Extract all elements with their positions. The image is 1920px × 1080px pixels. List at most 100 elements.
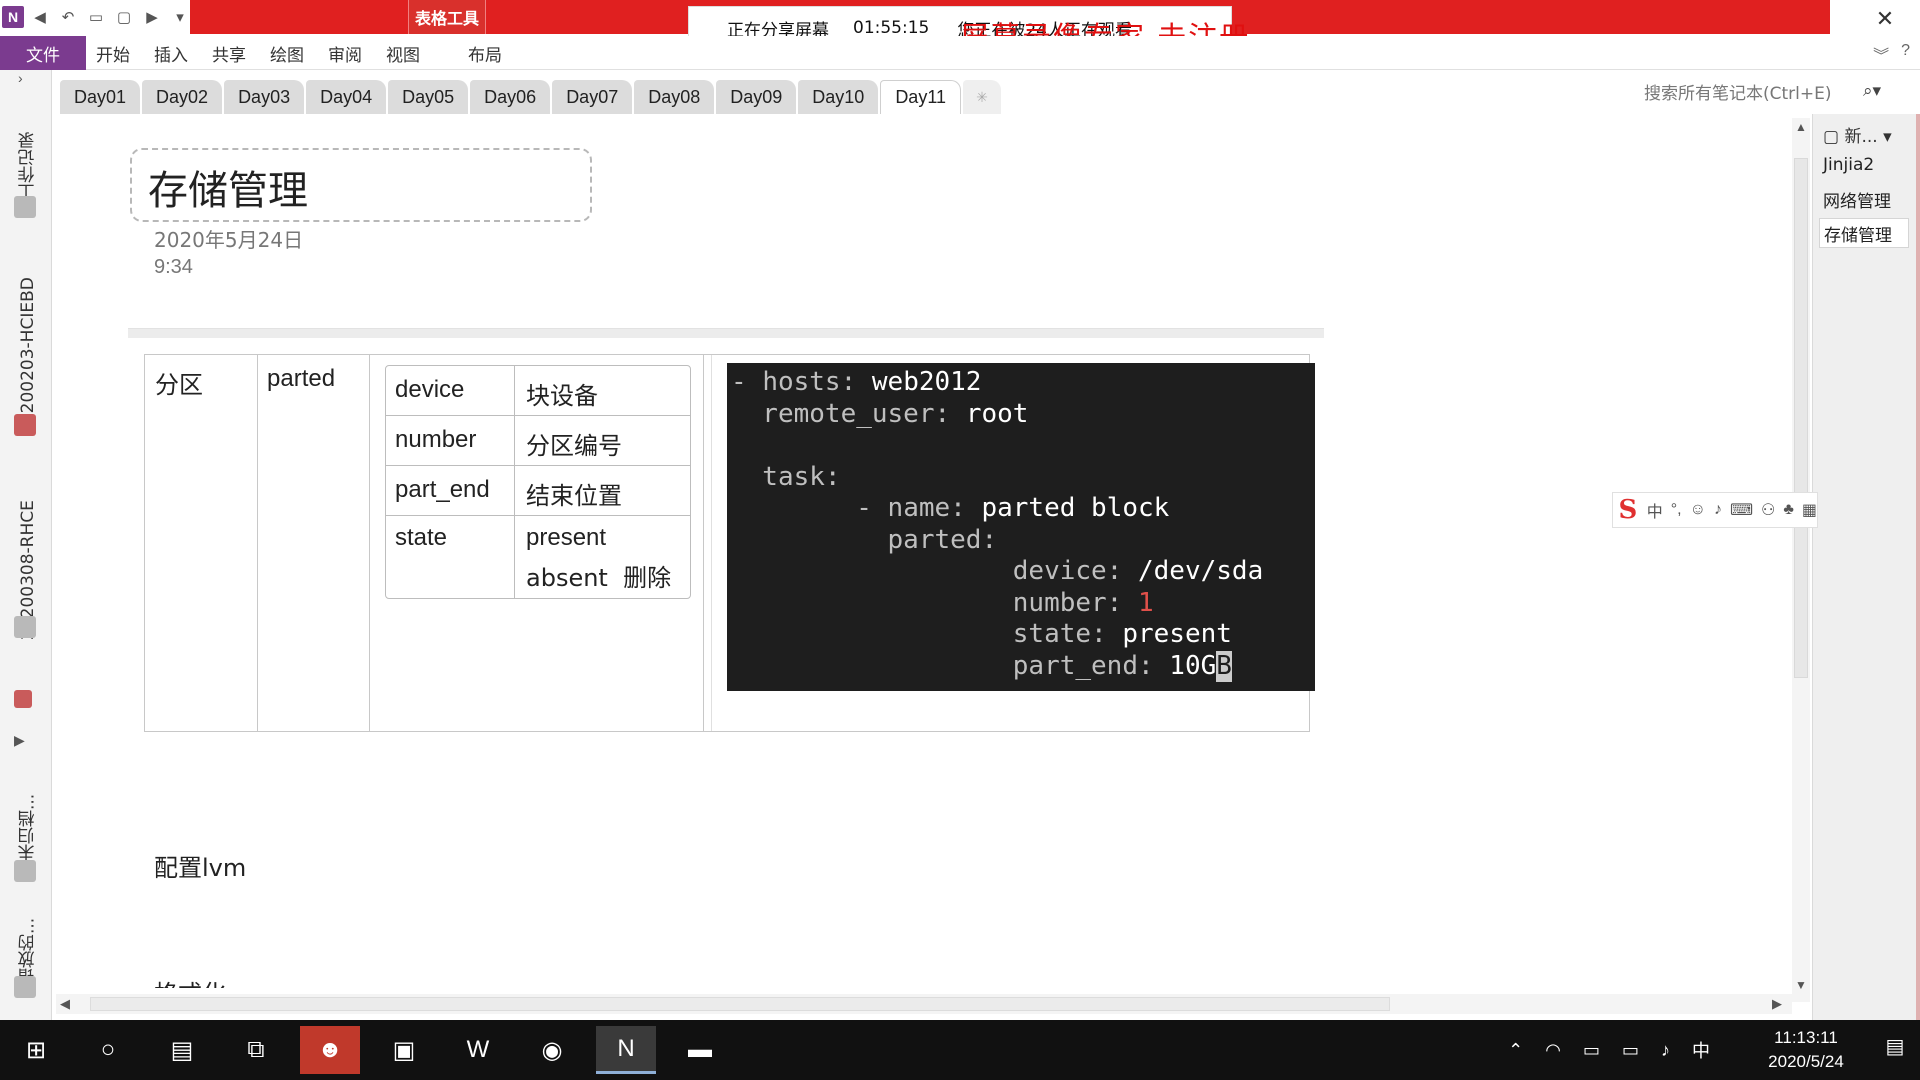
section-tab[interactable]: Day10 — [798, 80, 879, 114]
microphone-icon[interactable]: ♪ — [1714, 501, 1722, 519]
param-value[interactable]: 结束位置 — [526, 476, 622, 511]
param-key[interactable]: state — [395, 524, 447, 552]
punctuation-icon[interactable]: °, — [1671, 501, 1682, 519]
expand-nav-icon[interactable]: › — [18, 70, 32, 86]
user-icon[interactable]: ⚇ — [1761, 500, 1775, 520]
word-icon[interactable]: W — [448, 1026, 508, 1074]
tab-view[interactable]: 视图 — [386, 41, 420, 66]
page-time: 9:34 — [154, 256, 193, 278]
horizontal-scrollbar[interactable]: ◀ ▶ — [56, 994, 1792, 1014]
tab-draw[interactable]: 绘图 — [270, 41, 304, 66]
section-tab[interactable]: Day05 — [388, 80, 469, 114]
tab-layout[interactable]: 布局 — [468, 41, 502, 66]
fullpage-icon[interactable]: ▢ — [112, 5, 136, 29]
notes-table[interactable]: 分区 parted device 块设备 number 分区编号 part_en… — [144, 354, 1315, 732]
emoji-icon[interactable]: ☺ — [1690, 501, 1706, 519]
customize-qat-icon[interactable]: ▾ — [168, 5, 192, 29]
show-hidden-icons-icon[interactable]: ⌃ — [1508, 1040, 1523, 1061]
start-icon[interactable]: ⊞ — [6, 1026, 66, 1074]
browser-icon[interactable]: ◉ — [522, 1026, 582, 1074]
table-cell-partition[interactable]: 分区 — [155, 365, 203, 400]
param-value[interactable]: 块设备 — [526, 376, 598, 411]
network-share-icon[interactable]: ▭ — [1583, 1040, 1600, 1061]
section-tab[interactable]: Day08 — [634, 80, 715, 114]
section-tab[interactable]: Day07 — [552, 80, 633, 114]
page-item[interactable]: Jinjia2 — [1819, 150, 1909, 180]
notification-center-icon[interactable]: ▤ — [1880, 1034, 1910, 1064]
parted-params-table[interactable]: device 块设备 number 分区编号 part_end 结束位置 sta… — [385, 365, 691, 599]
screen-recorder-icon[interactable]: ▬ — [670, 1026, 730, 1074]
undo-icon[interactable]: ↶ — [56, 5, 80, 29]
qq-icon[interactable]: ☻ — [300, 1026, 360, 1074]
cortana-search-icon[interactable]: ○ — [78, 1026, 138, 1074]
new-page-button[interactable]: ▢ 新... ▾ — [1823, 122, 1892, 147]
table-cell-module[interactable]: parted — [267, 365, 335, 393]
terminal-icon[interactable]: ▣ — [374, 1026, 434, 1074]
vertical-scrollbar[interactable]: ▲ ▼ — [1792, 118, 1810, 1002]
battery-icon[interactable]: ▭ — [1622, 1040, 1639, 1061]
file-tab[interactable]: 文件 — [0, 36, 86, 70]
add-section-icon[interactable]: ✳ — [963, 80, 1002, 114]
param-value[interactable]: 分区编号 — [526, 426, 622, 461]
table-row: number 分区编号 — [386, 416, 690, 466]
param-key[interactable]: number — [395, 426, 476, 454]
play-icon[interactable]: ▶ — [14, 732, 36, 754]
note-container-handle[interactable] — [128, 328, 1324, 338]
section-tab-active[interactable]: Day11 — [880, 80, 962, 114]
toolbox-icon[interactable]: ▦ — [1802, 500, 1817, 520]
lvm-heading[interactable]: 配置lvm — [154, 848, 246, 883]
back-icon[interactable]: ◀ — [28, 5, 52, 29]
quick-notes-icon[interactable] — [14, 690, 32, 708]
scroll-left-icon[interactable]: ◀ — [60, 996, 70, 1012]
tab-share[interactable]: 共享 — [212, 41, 246, 66]
page-item[interactable]: 网络管理 — [1819, 184, 1909, 214]
param-key[interactable]: device — [395, 376, 464, 404]
partially-visible-text[interactable]: 格式化 — [154, 974, 226, 988]
param-value-absent[interactable]: absent 删除 — [526, 558, 671, 593]
notebook-icon — [14, 196, 36, 218]
quick-access-toolbar: N ◀ ↶ ▭ ▢ ▶ ▾ — [0, 2, 192, 32]
section-tab[interactable]: Day02 — [142, 80, 223, 114]
scroll-up-icon[interactable]: ▲ — [1795, 120, 1807, 134]
note-page: 存储管理 2020年5月24日 9:34 分区 parted device 块设… — [56, 114, 1792, 994]
page-list-scrollbar[interactable] — [1916, 114, 1920, 1020]
section-tab[interactable]: Day04 — [306, 80, 387, 114]
tab-home[interactable]: 开始 — [96, 41, 130, 66]
page-item-active[interactable]: 存储管理 — [1819, 218, 1909, 248]
tab-insert[interactable]: 插入 — [154, 41, 188, 66]
sogou-logo-icon[interactable]: S — [1617, 495, 1639, 525]
wifi-icon[interactable]: ◠ — [1545, 1040, 1561, 1061]
onenote-icon[interactable]: N — [596, 1026, 656, 1074]
file-explorer-icon[interactable]: ▤ — [152, 1026, 212, 1074]
dock-icon[interactable]: ▭ — [84, 5, 108, 29]
scroll-right-icon[interactable]: ▶ — [1772, 996, 1782, 1012]
task-view-icon[interactable]: ⧉ — [226, 1026, 286, 1074]
tab-review[interactable]: 审阅 — [328, 41, 362, 66]
section-tab[interactable]: Day01 — [60, 80, 141, 114]
volume-icon[interactable]: ♪ — [1661, 1040, 1670, 1061]
scroll-down-icon[interactable]: ▼ — [1795, 978, 1807, 992]
collapse-ribbon-icon[interactable]: ︾ — [1873, 42, 1889, 66]
section-tab[interactable]: Day03 — [224, 80, 305, 114]
page-title[interactable]: 存储管理 — [148, 158, 308, 216]
param-key[interactable]: part_end — [395, 476, 490, 504]
param-value[interactable]: present — [526, 524, 606, 552]
skin-icon[interactable]: ♣ — [1783, 501, 1794, 519]
ime-mode[interactable]: 中 — [1647, 498, 1663, 522]
system-clock[interactable]: 11:13:11 2020/5/24 — [1746, 1026, 1866, 1074]
search-icon[interactable]: ⌕▾ — [1863, 81, 1881, 101]
yaml-code-block[interactable]: - hosts: web2012 remote_user: root task:… — [727, 363, 1315, 691]
forward-icon[interactable]: ▶ — [140, 5, 164, 29]
notebook-item-rhce[interactable]: 20200308-RHCE — [8, 450, 48, 690]
notebook-item-hciebd[interactable]: 20200203-HCIEBD — [8, 236, 48, 476]
search-input[interactable]: 搜索所有笔记本(Ctrl+E) ⌕▾ — [1640, 76, 1885, 106]
close-icon[interactable]: ✕ — [1870, 6, 1900, 32]
section-tab[interactable]: Day06 — [470, 80, 551, 114]
scrollbar-thumb[interactable] — [90, 997, 1390, 1011]
keyboard-icon[interactable]: ⌨ — [1730, 500, 1753, 520]
ime-indicator[interactable]: 中 — [1692, 1037, 1710, 1063]
new-page-label: 新... — [1844, 127, 1878, 147]
help-icon[interactable]: ? — [1901, 42, 1910, 66]
section-tab[interactable]: Day09 — [716, 80, 797, 114]
scrollbar-thumb[interactable] — [1794, 158, 1808, 678]
